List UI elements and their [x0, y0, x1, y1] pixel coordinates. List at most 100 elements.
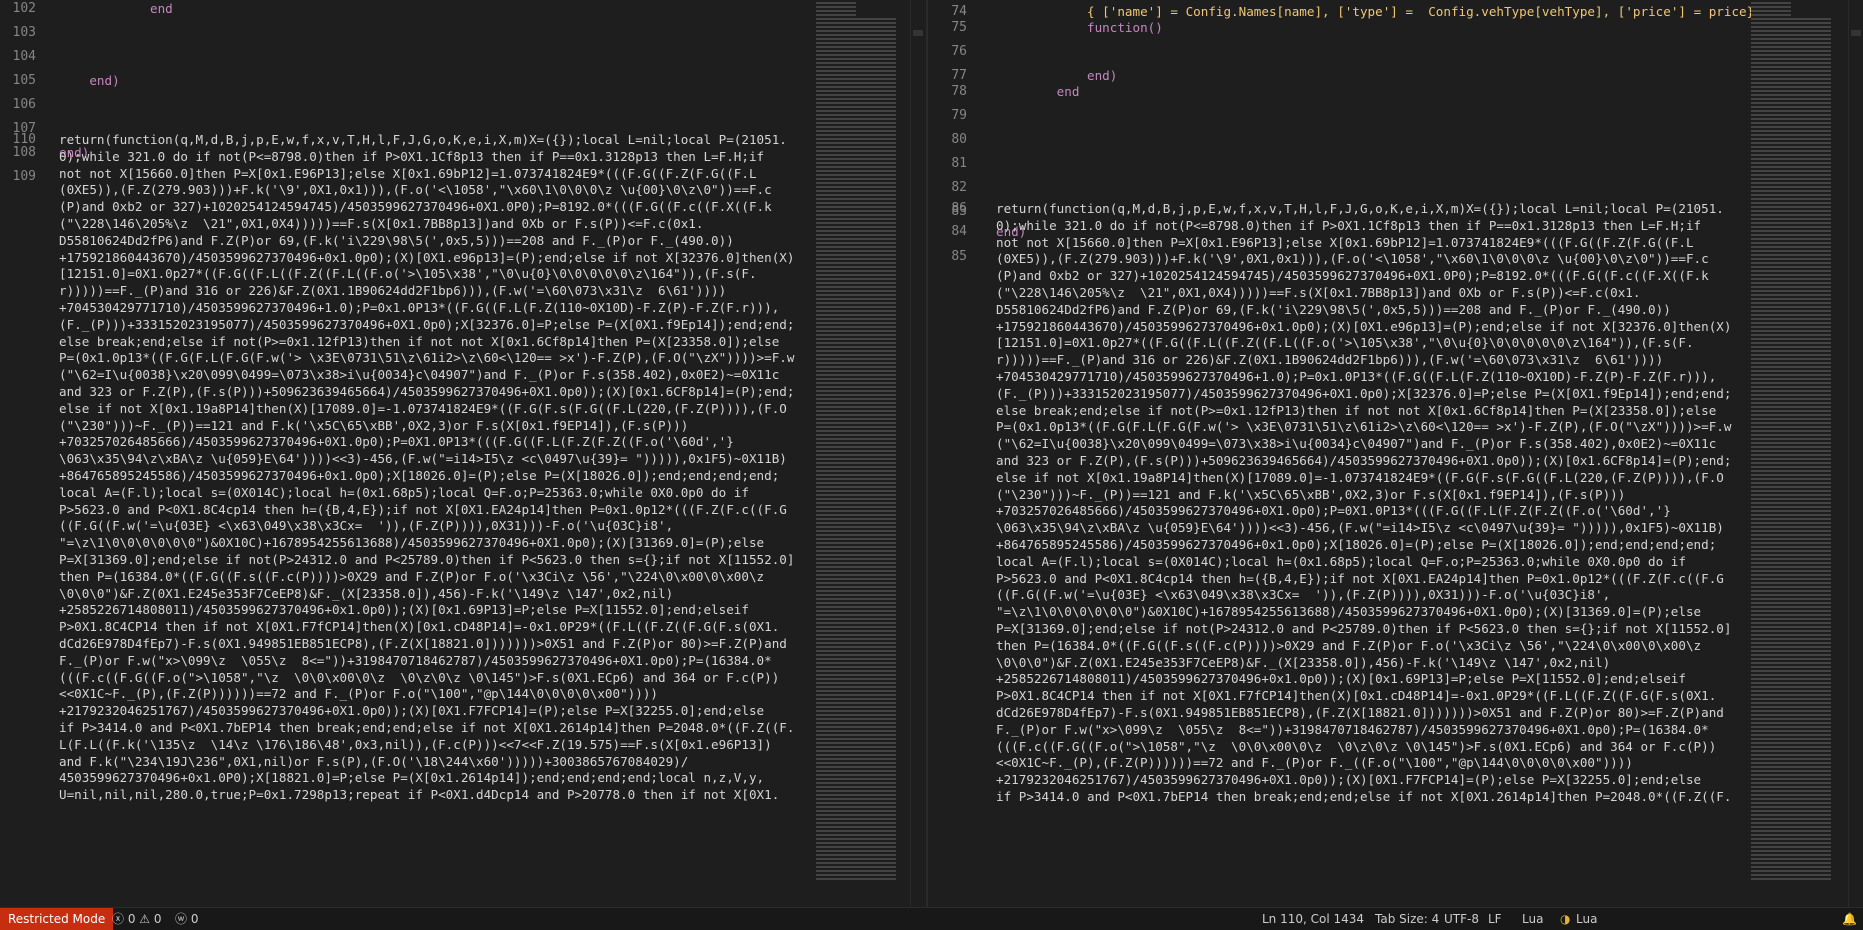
minimap-line — [816, 150, 896, 152]
minimap-line — [1751, 518, 1831, 520]
problems-indicator[interactable]: ⓧ 0 ⚠ 0 — [112, 908, 161, 930]
minimap-line — [816, 718, 896, 720]
minimap-line — [816, 110, 896, 112]
editor-right-pane[interactable]: 74 75 76 77 78 79 80 81 82 83 84 85 86 { ['name'] = … — [928, 0, 1863, 908]
minimap-line — [816, 350, 896, 352]
minimap-line — [816, 366, 896, 368]
minimap-line — [1751, 678, 1831, 680]
minimap-line — [1751, 22, 1831, 24]
minimap-line — [816, 766, 896, 768]
minimap-line — [816, 582, 896, 584]
minimap[interactable] — [1751, 0, 1837, 908]
minimap-line — [816, 322, 896, 324]
minimap-line — [816, 30, 896, 32]
minimap-line — [1751, 726, 1831, 728]
minimap-line — [816, 54, 896, 56]
minimap-line — [1751, 10, 1791, 12]
minimap-line — [1751, 538, 1831, 540]
scrollbar-thumb[interactable] — [1851, 30, 1861, 36]
cursor-position[interactable]: Ln 110, Col 1434 — [1262, 908, 1364, 930]
lua-icon[interactable]: ◑ — [1560, 908, 1570, 930]
minimap-line — [816, 222, 896, 224]
minimap-line — [816, 286, 896, 288]
encoding-indicator[interactable]: UTF-8 — [1444, 908, 1479, 930]
minimap-line — [1751, 418, 1831, 420]
minimap-line — [816, 162, 896, 164]
minimap-line — [816, 78, 896, 80]
minimap-line — [816, 214, 896, 216]
language-mode[interactable]: Lua — [1522, 908, 1543, 930]
minimap-line — [1751, 646, 1831, 648]
language-server-status[interactable]: Lua — [1576, 908, 1597, 930]
minimap-line — [816, 114, 896, 116]
minimap-line — [1751, 310, 1831, 312]
minimap-line — [1751, 742, 1831, 744]
minimap-line — [1751, 562, 1831, 564]
minimap-line — [816, 710, 896, 712]
minimap-line — [816, 630, 896, 632]
minimap-line — [1751, 778, 1831, 780]
line-number: 82 — [951, 180, 967, 195]
editor-left-pane[interactable]: 102 103 104 105 106 107 108 109 110 end end) end)… — [0, 0, 926, 908]
minimap-line — [816, 874, 896, 876]
minimap-line — [816, 234, 896, 236]
minimap-line — [816, 242, 896, 244]
minimap-line — [1751, 6, 1791, 8]
minimap-line — [1751, 814, 1831, 816]
minimap-line — [816, 546, 896, 548]
minimap-line — [816, 602, 896, 604]
bell-icon[interactable]: 🔔 — [1842, 908, 1857, 930]
eol-indicator[interactable]: LF — [1488, 908, 1502, 930]
minimap-line — [816, 746, 896, 748]
minimap-line — [1751, 378, 1831, 380]
minimap-line — [1751, 390, 1831, 392]
minimap-line — [816, 790, 896, 792]
minimap-line — [1751, 314, 1831, 316]
minimap-line — [816, 782, 896, 784]
minimap-line — [816, 566, 896, 568]
code-token: { ['name'] = Config.Names[name], ['type'… — [1087, 4, 1762, 19]
line-number: 85 — [951, 249, 967, 264]
minimap-line — [1751, 594, 1831, 596]
vertical-scrollbar[interactable] — [910, 0, 925, 908]
vertical-scrollbar[interactable] — [1848, 0, 1863, 908]
minimap-line — [816, 598, 896, 600]
minimap-line — [1751, 430, 1831, 432]
minimap-line — [816, 482, 896, 484]
minimap-line — [816, 842, 896, 844]
minimap-line — [1751, 258, 1831, 260]
minimap-line — [1751, 98, 1831, 100]
minimap-line — [816, 346, 896, 348]
minimap-line — [1751, 758, 1831, 760]
minimap-line — [816, 810, 896, 812]
minimap-line — [1751, 58, 1831, 60]
minimap-line — [1751, 862, 1831, 864]
minimap-line — [816, 314, 896, 316]
ports-indicator[interactable]: ⓦ 0 — [175, 908, 198, 930]
minimap-line — [1751, 274, 1831, 276]
line-number: 84 — [951, 224, 967, 239]
scrollbar-thumb[interactable] — [913, 30, 923, 36]
minimap-line — [816, 826, 896, 828]
minimap-line — [816, 386, 896, 388]
line-number: 80 — [951, 132, 967, 147]
minimap-line — [816, 14, 856, 16]
minimap[interactable] — [816, 0, 902, 908]
minimap-line — [816, 854, 896, 856]
minimap-line — [1751, 198, 1831, 200]
minimap-line — [816, 834, 896, 836]
minimap-line — [816, 494, 896, 496]
minimap-line — [816, 466, 896, 468]
minimap-line — [1751, 530, 1831, 532]
tab-size-indicator[interactable]: Tab Size: 4 — [1375, 908, 1439, 930]
minimap-line — [816, 22, 896, 24]
line-number: 81 — [951, 156, 967, 171]
minimap-line — [816, 382, 896, 384]
minimap-line — [1751, 118, 1831, 120]
minimap-line — [816, 510, 896, 512]
minimap-line — [1751, 406, 1831, 408]
restricted-mode-indicator[interactable]: Restricted Mode — [0, 908, 114, 930]
minimap-line — [1751, 650, 1831, 652]
minimap-line — [816, 158, 896, 160]
minimap-line — [816, 438, 896, 440]
